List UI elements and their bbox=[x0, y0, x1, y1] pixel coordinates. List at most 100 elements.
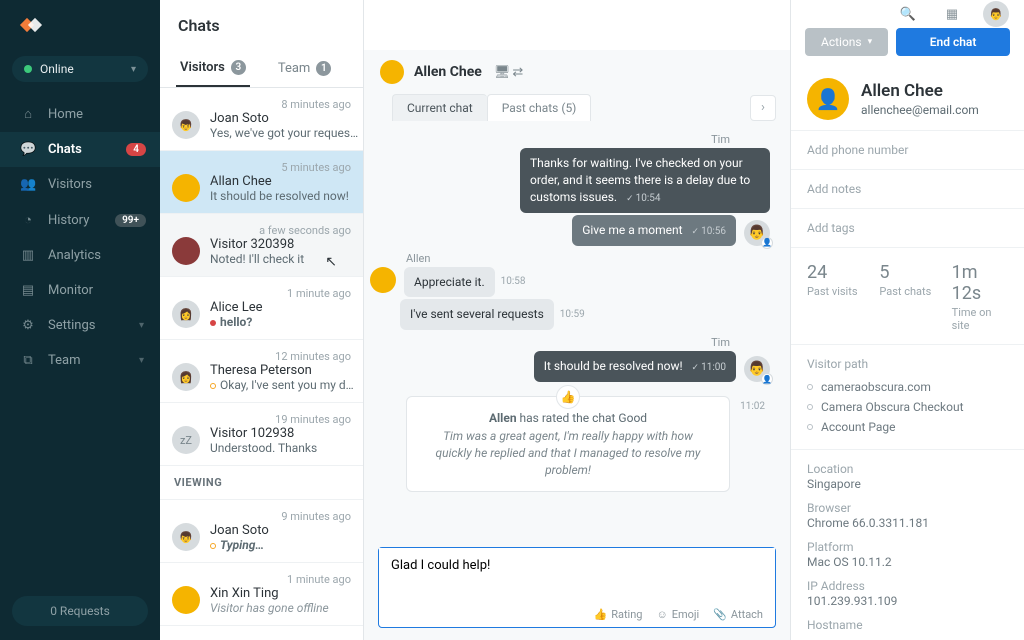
requests-pill[interactable]: 0 Requests bbox=[12, 596, 148, 626]
tags-input[interactable]: Add tags bbox=[791, 208, 1024, 247]
chats-badge: 4 bbox=[126, 143, 146, 156]
thread-item[interactable]: 9 minutes ago 👦Joan SotoTyping… bbox=[160, 500, 363, 563]
nav-settings[interactable]: ⚙Settings▾ bbox=[0, 308, 160, 343]
message-list: Tim Thanks for waiting. I've checked on … bbox=[364, 121, 790, 537]
avatar: 👩 bbox=[172, 363, 200, 391]
thread-item[interactable]: 8 minutes ago 👦Joan SotoYes, we've got y… bbox=[160, 88, 363, 151]
chat-icon: 💬 bbox=[20, 142, 36, 157]
tab-visitors[interactable]: Visitors3 bbox=[176, 50, 250, 87]
visitor-path: Visitor path cameraobscura.com Camera Ob… bbox=[791, 344, 1024, 449]
transfer-icon[interactable]: ⇄ bbox=[512, 65, 523, 80]
avatar bbox=[172, 174, 200, 202]
phone-input[interactable]: Add phone number bbox=[791, 130, 1024, 169]
details-panel: 🔍 ▦ 👨 Actions▾ End chat 👤 Allen Chee all… bbox=[790, 0, 1024, 640]
viewing-header: VIEWING bbox=[160, 466, 363, 500]
logo[interactable] bbox=[0, 0, 160, 50]
collapse-details-button[interactable]: › bbox=[750, 95, 776, 121]
chevron-down-icon: ▾ bbox=[868, 37, 873, 47]
rating-card: 👍 11:02 Allen has rated the chat Good Ti… bbox=[406, 396, 730, 491]
pending-dot-icon bbox=[210, 383, 216, 389]
logo-icon bbox=[22, 15, 42, 35]
chat-list-column: Chats Visitors3 Team1 8 minutes ago 👦Joa… bbox=[160, 0, 364, 640]
nav-history[interactable]: ◔History99+ bbox=[0, 202, 160, 238]
status-selector[interactable]: Online ▾ bbox=[12, 56, 148, 82]
visitor-stats: 24Past visits 5Past chats 1m 12sTime on … bbox=[791, 247, 1024, 344]
sender-label: Tim bbox=[400, 133, 730, 146]
chevron-down-icon: ▾ bbox=[139, 355, 144, 366]
monitor-icon: ▤ bbox=[20, 283, 36, 298]
sidebar: Online ▾ ⌂Home 💬Chats4 👥Visitors ◔Histor… bbox=[0, 0, 160, 640]
avatar: zZ bbox=[172, 426, 200, 454]
home-icon: ⌂ bbox=[20, 106, 36, 122]
profile-avatar[interactable]: 👨 bbox=[982, 0, 1010, 28]
message-input[interactable]: Glad I could help! bbox=[379, 548, 775, 604]
avatar: 👦 bbox=[172, 523, 200, 551]
avatar bbox=[172, 586, 200, 614]
contact-avatar-large: 👤 bbox=[807, 78, 849, 120]
agent-avatar: 👨👤 bbox=[744, 356, 770, 382]
visitors-icon: 👥 bbox=[20, 177, 36, 192]
thread-item[interactable]: 19 minutes ago zZVisitor 102938Understoo… bbox=[160, 403, 363, 466]
nav-team[interactable]: ⧉Team▾ bbox=[0, 343, 160, 378]
timestamp: 10:59 bbox=[560, 309, 585, 320]
nav-analytics[interactable]: ▥Analytics bbox=[0, 238, 160, 273]
message-bubble: It should be resolved now! 11:00 bbox=[534, 351, 736, 382]
visitor-avatar bbox=[370, 267, 396, 293]
end-chat-button[interactable]: End chat bbox=[896, 28, 1010, 56]
path-item[interactable]: cameraobscura.com bbox=[807, 377, 1008, 397]
timestamp: 10:58 bbox=[501, 276, 526, 287]
timestamp: 10:56 bbox=[692, 226, 726, 237]
nav-chats[interactable]: 💬Chats4 bbox=[0, 132, 160, 167]
thread-item[interactable]: 12 minutes ago 👩Theresa PetersonOkay, I'… bbox=[160, 340, 363, 403]
timestamp: 11:00 bbox=[692, 362, 726, 373]
detail-email: allenchee@email.com bbox=[861, 103, 979, 117]
message-bubble: I've sent several requests bbox=[400, 299, 554, 330]
detail-name: Allen Chee bbox=[861, 81, 979, 101]
message-bubble: Appreciate it. bbox=[404, 267, 495, 298]
timestamp: 10:54 bbox=[626, 193, 660, 204]
tab-team[interactable]: Team1 bbox=[274, 50, 336, 87]
message-bubble: Give me a moment 10:56 bbox=[572, 215, 736, 246]
message-composer[interactable]: Glad I could help! 👍 Rating ☺ Emoji 📎 At… bbox=[378, 547, 776, 628]
chevron-down-icon: ▾ bbox=[139, 320, 144, 331]
monitor-icon[interactable]: 🖥 bbox=[494, 65, 511, 80]
actions-button[interactable]: Actions▾ bbox=[805, 28, 888, 56]
typing-dot-icon bbox=[210, 543, 216, 549]
apps-icon[interactable]: ▦ bbox=[938, 0, 966, 28]
thread-item[interactable]: 1 minute ago Xin Xin TingVisitor has gon… bbox=[160, 563, 363, 626]
analytics-icon: ▥ bbox=[20, 248, 36, 263]
notes-input[interactable]: Add notes bbox=[791, 169, 1024, 208]
emoji-button[interactable]: ☺ Emoji bbox=[656, 608, 699, 621]
path-item[interactable]: Account Page bbox=[807, 417, 1008, 437]
search-icon[interactable]: 🔍 bbox=[894, 0, 922, 28]
agent-badge-icon: 👤 bbox=[761, 237, 773, 249]
unread-dot-icon bbox=[210, 320, 216, 326]
agent-avatar: 👨👤 bbox=[744, 220, 770, 246]
link-icon: ⧉ bbox=[20, 353, 36, 368]
tab-past-chats[interactable]: Past chats (5) bbox=[487, 94, 592, 121]
contact-avatar bbox=[380, 60, 404, 84]
attach-button[interactable]: 📎 Attach bbox=[713, 608, 763, 621]
thread-item[interactable]: 1 minute ago 👩Alice Leehello? bbox=[160, 277, 363, 340]
thread-item[interactable]: 5 minutes ago Allan CheeIt should be res… bbox=[160, 151, 363, 214]
gear-icon: ⚙ bbox=[20, 318, 36, 333]
sender-label: Tim bbox=[400, 336, 730, 349]
path-item[interactable]: Camera Obscura Checkout bbox=[807, 397, 1008, 417]
chat-column: Allen Chee 🖥 ⇄ Current chat Past chats (… bbox=[364, 0, 790, 640]
rating-button[interactable]: 👍 Rating bbox=[593, 608, 642, 621]
status-label: Online bbox=[40, 62, 74, 76]
chevron-down-icon: ▾ bbox=[131, 64, 136, 75]
message-bubble: Thanks for waiting. I've checked on your… bbox=[520, 148, 770, 213]
online-dot-icon bbox=[24, 65, 32, 73]
avatar bbox=[172, 237, 200, 265]
thread-item[interactable]: a few seconds ago Visitor 320398Noted! I… bbox=[160, 214, 363, 277]
team-count: 1 bbox=[316, 61, 331, 76]
nav-visitors[interactable]: 👥Visitors bbox=[0, 167, 160, 202]
nav-monitor[interactable]: ▤Monitor bbox=[0, 273, 160, 308]
avatar: 👩 bbox=[172, 300, 200, 328]
tab-current-chat[interactable]: Current chat bbox=[392, 94, 487, 121]
agent-badge-icon: 👤 bbox=[761, 373, 773, 385]
top-toolbar bbox=[364, 0, 790, 50]
avatar: 👦 bbox=[172, 111, 200, 139]
nav-home[interactable]: ⌂Home bbox=[0, 96, 160, 132]
